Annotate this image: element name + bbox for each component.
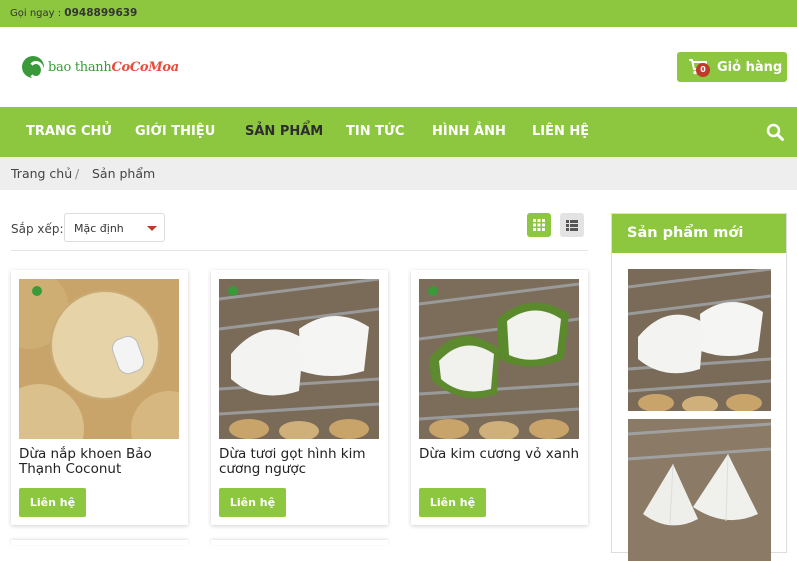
cart-label: Giỏ hàng [717, 59, 783, 75]
toolbar-divider [11, 250, 588, 251]
breadcrumb-separator: / [75, 166, 80, 181]
sort-selected-value: Mặc định [74, 222, 124, 235]
contact-button[interactable]: Liên hệ [419, 488, 486, 517]
hotline[interactable]: Gọi ngay : 0948899639 [10, 7, 137, 19]
grid-view-button[interactable] [527, 213, 551, 237]
product-card[interactable]: Dừa tươi gọt hình kim cương ngược Liên h… [211, 270, 388, 525]
breadcrumb-current: Sản phẩm [92, 166, 156, 181]
logo-icon [22, 56, 44, 79]
grid-icon [533, 219, 545, 231]
nav-item-gallery[interactable]: HÌNH ẢNH [432, 124, 506, 139]
main-nav: TRANG CHỦ GIỚI THIỆU SẢN PHẨM TIN TỨC HÌ… [0, 107, 797, 157]
search-icon[interactable] [766, 123, 784, 141]
contact-button[interactable]: Liên hệ [19, 488, 86, 517]
cart-button[interactable]: 0 Giỏ hàng [677, 52, 787, 82]
product-card[interactable]: Dừa nắp khoen Bảo Thạnh Coconut Liên hệ [11, 270, 188, 525]
hotline-label: Gọi ngay : [10, 8, 62, 19]
sort-select[interactable]: Mặc định [64, 213, 165, 242]
breadcrumb-home[interactable]: Trang chủ [11, 166, 72, 181]
sidebar-product-image[interactable] [628, 419, 771, 561]
nav-item-about[interactable]: GIỚI THIỆU [135, 124, 215, 139]
product-title[interactable]: Dừa nắp khoen Bảo Thạnh Coconut [19, 447, 184, 477]
nav-item-products[interactable]: SẢN PHẨM [245, 124, 323, 139]
product-image[interactable] [219, 279, 379, 439]
nav-item-home[interactable]: TRANG CHỦ [26, 124, 112, 139]
product-title[interactable]: Dừa kim cương vỏ xanh [419, 447, 584, 462]
product-title[interactable]: Dừa tươi gọt hình kim cương ngược [219, 447, 384, 477]
nav-item-news[interactable]: TIN TỨC [346, 124, 404, 139]
nav-item-contact[interactable]: LIÊN HỆ [532, 124, 589, 139]
product-image[interactable] [19, 279, 179, 439]
site-logo[interactable]: bao thanhCoCoMoa [22, 53, 179, 81]
list-icon [566, 219, 578, 231]
product-card-peek [211, 540, 388, 545]
product-image[interactable] [419, 279, 579, 439]
sort-label: Sắp xếp: [11, 222, 64, 236]
hotline-number[interactable]: 0948899639 [64, 7, 137, 19]
cart-count-badge: 0 [696, 63, 710, 77]
product-card-peek [11, 540, 188, 545]
product-card[interactable]: Dừa kim cương vỏ xanh Liên hệ [411, 270, 588, 525]
site-header: bao thanhCoCoMoa 0 Giỏ hàng [0, 27, 797, 107]
logo-text: bao thanhCoCoMoa [48, 59, 179, 75]
sidebar-product-image[interactable] [628, 269, 771, 411]
list-view-button[interactable] [560, 213, 584, 237]
chevron-down-icon [147, 226, 157, 231]
sidebar-title: Sản phẩm mới [612, 214, 786, 253]
breadcrumb: Trang chủ / Sản phẩm [0, 157, 797, 190]
new-products-sidebar: Sản phẩm mới [611, 213, 787, 561]
contact-button[interactable]: Liên hệ [219, 488, 286, 517]
top-bar: Gọi ngay : 0948899639 [0, 0, 797, 27]
